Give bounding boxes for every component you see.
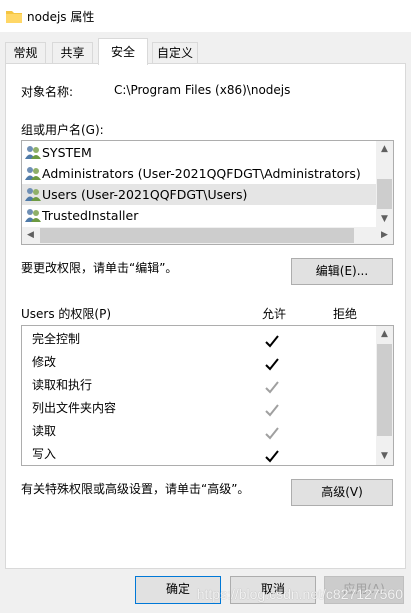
list-item-label: TrustedInstaller: [42, 208, 139, 223]
tab-sharing[interactable]: 共享: [52, 42, 93, 64]
list-item-label: SYSTEM: [42, 145, 92, 160]
list-item[interactable]: TrustedInstaller: [22, 205, 377, 226]
list-item-label: Users (User-2021QQFDGT\Users): [42, 187, 248, 202]
window-title: nodejs 属性: [27, 10, 95, 24]
advanced-hint: 有关特殊权限或高级设置，请单击“高级”。: [21, 482, 250, 496]
watermark: https://blog.csdn.net/c827127560: [196, 586, 403, 602]
permission-name: 读取和执行: [32, 378, 93, 392]
allow-check-icon: [265, 448, 279, 471]
scroll-up-icon[interactable]: ▲: [376, 141, 393, 158]
scroll-up-icon[interactable]: ▲: [376, 326, 393, 343]
security-panel: 对象名称: C:\Program Files (x86)\nodejs 组或用户…: [5, 63, 406, 569]
table-row: 完全控制: [22, 328, 378, 351]
permission-name: 修改: [32, 355, 57, 369]
table-row: 列出文件夹内容: [22, 397, 378, 420]
table-row: 读取和执行: [22, 374, 378, 397]
folder-icon: [6, 9, 22, 26]
edit-button[interactable]: 编辑(E)...: [291, 258, 393, 285]
permission-name: 写入: [32, 447, 57, 461]
edit-hint: 要更改权限，请单击“编辑”。: [21, 261, 178, 275]
user-group-icon: [25, 208, 41, 229]
deny-header: 拒绝: [333, 307, 358, 321]
groups-listbox[interactable]: SYSTEM Administrators (User-2021QQFDGT\Ad…: [21, 140, 394, 245]
permissions-listbox[interactable]: 完全控制修改读取和执行列出文件夹内容 读取写入 ▲ ▼: [21, 325, 394, 466]
table-row: 写入: [22, 443, 378, 466]
advanced-button[interactable]: 高级(V): [291, 479, 393, 506]
groups-vertical-scrollbar[interactable]: ▲ ▼: [376, 141, 393, 228]
permission-name: 完全控制: [32, 332, 81, 346]
list-item[interactable]: Users (User-2021QQFDGT\Users): [22, 184, 377, 205]
list-item-label: Administrators (User-2021QQFDGT\Administ…: [42, 166, 361, 181]
permission-name: 读取: [32, 424, 57, 438]
list-item[interactable]: SYSTEM: [22, 142, 377, 163]
object-name-value: C:\Program Files (x86)\nodejs: [114, 83, 291, 97]
object-name-label: 对象名称:: [21, 85, 74, 99]
permission-name: 列出文件夹内容: [32, 401, 117, 415]
table-row: 修改: [22, 351, 378, 374]
scroll-left-icon[interactable]: ◀: [22, 227, 39, 244]
title-bar: nodejs 属性: [0, 0, 411, 32]
tab-strip: 常规 共享 安全 自定义: [0, 38, 411, 65]
permissions-scroll-thumb[interactable]: [377, 344, 392, 436]
tab-security[interactable]: 安全: [98, 38, 148, 65]
groups-scroll-thumb[interactable]: [377, 179, 392, 209]
table-row: 读取: [22, 420, 378, 443]
scroll-down-icon[interactable]: ▼: [376, 211, 393, 228]
scroll-right-icon[interactable]: ▶: [376, 227, 393, 244]
groups-label: 组或用户名(G):: [21, 123, 104, 137]
allow-header: 允许: [262, 307, 287, 321]
list-item[interactable]: Administrators (User-2021QQFDGT\Administ…: [22, 163, 377, 184]
permissions-title: Users 的权限(P): [21, 307, 112, 321]
tab-customize[interactable]: 自定义: [152, 42, 198, 64]
groups-hscroll-thumb[interactable]: [40, 228, 354, 243]
groups-horizontal-scrollbar[interactable]: ◀ ▶: [22, 227, 393, 244]
tab-general[interactable]: 常规: [5, 42, 46, 64]
permissions-vertical-scrollbar[interactable]: ▲ ▼: [376, 326, 393, 465]
scroll-down-icon[interactable]: ▼: [376, 448, 393, 465]
